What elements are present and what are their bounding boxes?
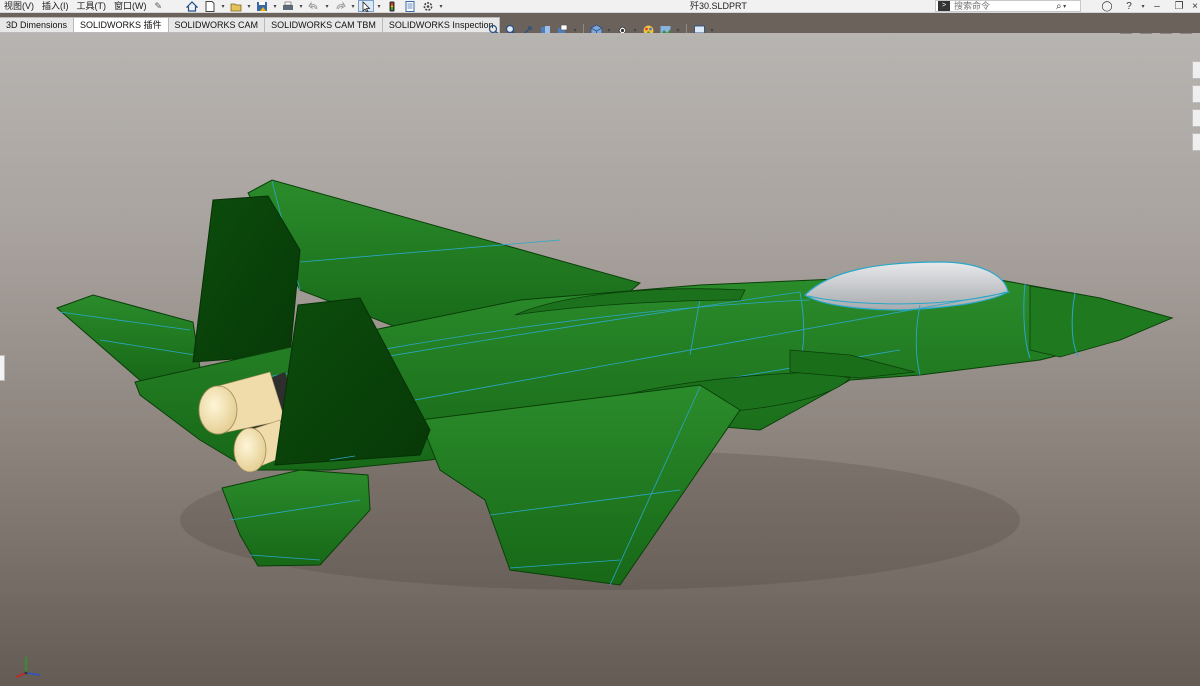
window-controls: ◯ ? ▾ – ❐ ×	[1096, 0, 1200, 13]
document-title: 歼30.SLDPRT	[690, 1, 747, 11]
new-dropdown-icon[interactable]: ▾	[220, 3, 226, 10]
top-toolbar: 视图(V) 插入(I) 工具(T) 窗口(W) ✎ ▾ ▾ ▾ ▾ ▾ ▾ ▾ …	[0, 0, 1200, 13]
command-search[interactable]: > ⌕ ▾	[935, 0, 1081, 12]
nose-cone	[1029, 285, 1174, 358]
tab-solidworks-inspection[interactable]: SOLIDWORKS Inspection	[382, 17, 501, 33]
tab-3d-dimensions[interactable]: 3D Dimensions	[0, 17, 75, 33]
save-icon[interactable]	[254, 0, 270, 12]
minimize-icon[interactable]: –	[1146, 1, 1168, 13]
new-document-icon[interactable]	[202, 0, 218, 12]
open-icon[interactable]	[228, 0, 244, 12]
undo-dropdown-icon[interactable]: ▾	[324, 3, 330, 10]
triad-x-axis	[15, 672, 27, 678]
save-dropdown-icon[interactable]: ▾	[272, 3, 278, 10]
select-dropdown-icon[interactable]: ▾	[376, 3, 382, 10]
home-icon[interactable]	[184, 0, 200, 12]
menu-bar: 视图(V) 插入(I) 工具(T) 窗口(W) ✎	[0, 0, 166, 13]
triad-z-axis	[25, 672, 41, 676]
rebuild-icon[interactable]	[384, 0, 400, 12]
print-icon[interactable]	[280, 0, 296, 12]
axis-triad	[15, 657, 41, 678]
pin-icon[interactable]: ✎	[151, 1, 167, 12]
restore-icon[interactable]: ❐	[1168, 1, 1190, 13]
command-manager-tabs: 3D Dimensions SOLIDWORKS 插件 SOLIDWORKS C…	[0, 17, 501, 33]
help-icon[interactable]: ?	[1118, 1, 1140, 13]
close-icon[interactable]: ×	[1190, 1, 1200, 13]
open-dropdown-icon[interactable]: ▾	[246, 3, 252, 10]
redo-icon[interactable]	[332, 0, 348, 12]
menu-window[interactable]: 窗口(W)	[110, 0, 151, 13]
menu-insert[interactable]: 插入(I)	[38, 0, 73, 13]
menu-tools[interactable]: 工具(T)	[73, 0, 111, 13]
select-icon[interactable]	[358, 0, 375, 12]
user-icon[interactable]: ◯	[1096, 1, 1118, 13]
tab-solidworks-cam[interactable]: SOLIDWORKS CAM	[168, 17, 266, 33]
options-dropdown-icon[interactable]: ▾	[438, 3, 444, 10]
graphics-area[interactable]: ⇤ – ❐ ×	[0, 33, 1200, 686]
jet-fighter-model[interactable]	[0, 33, 1200, 686]
options-icon[interactable]	[420, 0, 436, 12]
tab-solidworks-cam-tbm[interactable]: SOLIDWORKS CAM TBM	[265, 17, 383, 33]
redo-dropdown-icon[interactable]: ▾	[350, 3, 356, 10]
search-dropdown-icon[interactable]: ▾	[1062, 3, 1068, 10]
tab-solidworks-addins[interactable]: SOLIDWORKS 插件	[74, 17, 169, 33]
file-properties-icon[interactable]	[402, 0, 418, 12]
left-horizontal-stabilizer	[56, 294, 201, 383]
print-dropdown-icon[interactable]: ▾	[298, 3, 304, 10]
command-prompt-icon: >	[938, 1, 950, 11]
standard-toolbar: ▾ ▾ ▾ ▾ ▾ ▾ ▾ ▾	[184, 0, 444, 12]
menu-view[interactable]: 视图(V)	[0, 0, 38, 13]
search-input[interactable]	[954, 1, 1054, 11]
undo-icon[interactable]	[306, 0, 322, 12]
